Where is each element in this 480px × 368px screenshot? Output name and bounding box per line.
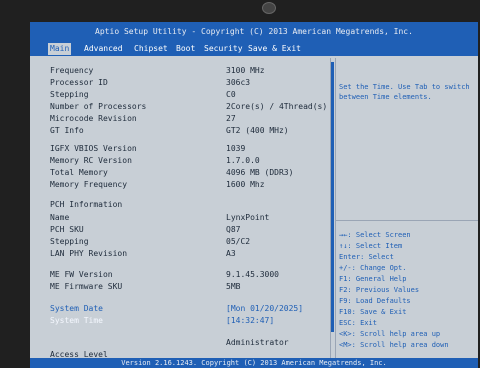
info-label: Name: [50, 213, 70, 222]
key-hint: ↑↓: Select Item: [339, 242, 403, 250]
info-label: IGFX VBIOS Version: [50, 144, 137, 153]
info-value: 2Core(s) / 4Thread(s): [226, 102, 328, 111]
system-date-label[interactable]: System Date: [50, 304, 103, 313]
system-time-field[interactable]: [14:32:47]: [226, 316, 274, 325]
scrollbar[interactable]: [331, 62, 334, 332]
info-value: 9.1.45.3000: [226, 270, 279, 279]
key-hint: F9: Load Defaults: [339, 297, 411, 305]
tab-advanced[interactable]: Advanced: [82, 43, 125, 55]
system-time-label[interactable]: System Time: [50, 316, 103, 325]
tab-main[interactable]: Main: [48, 43, 72, 55]
info-label: Total Memory: [50, 168, 108, 177]
key-legend: →←: Select Screen ↑↓: Select Item Enter:…: [339, 230, 449, 351]
bios-footer: Version 2.16.1243. Copyright (C) 2013 Am…: [30, 358, 478, 368]
key-hint: F2: Previous Values: [339, 286, 420, 294]
key-hint: +/-: Change Opt.: [339, 264, 407, 272]
access-level-value: Administrator: [226, 338, 289, 347]
info-value: Q87: [226, 225, 241, 234]
info-label: PCH SKU: [50, 225, 84, 234]
tab-security[interactable]: Security: [202, 43, 245, 55]
info-label: Microcode Revision: [50, 114, 137, 123]
info-label: Stepping: [50, 90, 89, 99]
key-hint: <M>: Scroll help area down: [339, 341, 449, 349]
info-label: Number of Processors: [50, 102, 147, 111]
webcam-icon: [262, 2, 276, 14]
info-value: 5MB: [226, 282, 241, 291]
info-value: 3100 MHz: [226, 66, 265, 75]
info-label: GT Info: [50, 126, 84, 135]
key-hint: Enter: Select: [339, 253, 394, 261]
info-label: Stepping: [50, 237, 89, 246]
info-value: LynxPoint: [226, 213, 270, 222]
help-text: Set the Time. Use Tab to switch between …: [339, 83, 470, 101]
info-label: LAN PHY Revision: [50, 249, 128, 258]
tab-bar: Main Advanced Chipset Boot Security Save…: [30, 42, 478, 56]
info-value: 306c3: [226, 78, 251, 87]
system-date-field[interactable]: [Mon 01/20/2025]: [226, 304, 303, 313]
info-label: Memory RC Version: [50, 156, 132, 165]
info-value: 05/C2: [226, 237, 251, 246]
info-value: A3: [226, 249, 236, 258]
info-value: 1.7.0.0: [226, 156, 260, 165]
key-hint: F10: Save & Exit: [339, 308, 407, 316]
bios-screen: Aptio Setup Utility - Copyright (C) 2013…: [30, 22, 478, 368]
help-panel: Set the Time. Use Tab to switch between …: [335, 58, 478, 368]
info-label: ME Firmware SKU: [50, 282, 123, 291]
info-value: 1039: [226, 144, 246, 153]
bios-title: Aptio Setup Utility - Copyright (C) 2013…: [30, 22, 478, 42]
key-hint: F1: General Help: [339, 275, 407, 283]
info-value: 1600 Mhz: [226, 180, 265, 189]
info-label: Frequency: [50, 66, 94, 75]
info-label: Processor ID: [50, 78, 108, 87]
key-hint: ESC: Exit: [339, 319, 377, 327]
info-label: Memory Frequency: [50, 180, 128, 189]
info-value: GT2 (400 MHz): [226, 126, 289, 135]
tab-boot[interactable]: Boot: [174, 43, 197, 55]
tab-save-exit[interactable]: Save & Exit: [246, 43, 303, 55]
info-label: ME FW Version: [50, 270, 113, 279]
main-panel: Frequency 3100 MHz Processor ID 306c3 St…: [40, 58, 340, 368]
help-divider: [336, 220, 478, 221]
tab-chipset[interactable]: Chipset: [132, 43, 170, 55]
key-hint: <K>: Scroll help area up: [339, 330, 441, 338]
pch-header: PCH Information: [50, 200, 123, 209]
info-value: C0: [226, 90, 236, 99]
info-value: 4096 MB (DDR3): [226, 168, 294, 177]
info-value: 27: [226, 114, 236, 123]
key-hint: →←: Select Screen: [339, 231, 411, 239]
